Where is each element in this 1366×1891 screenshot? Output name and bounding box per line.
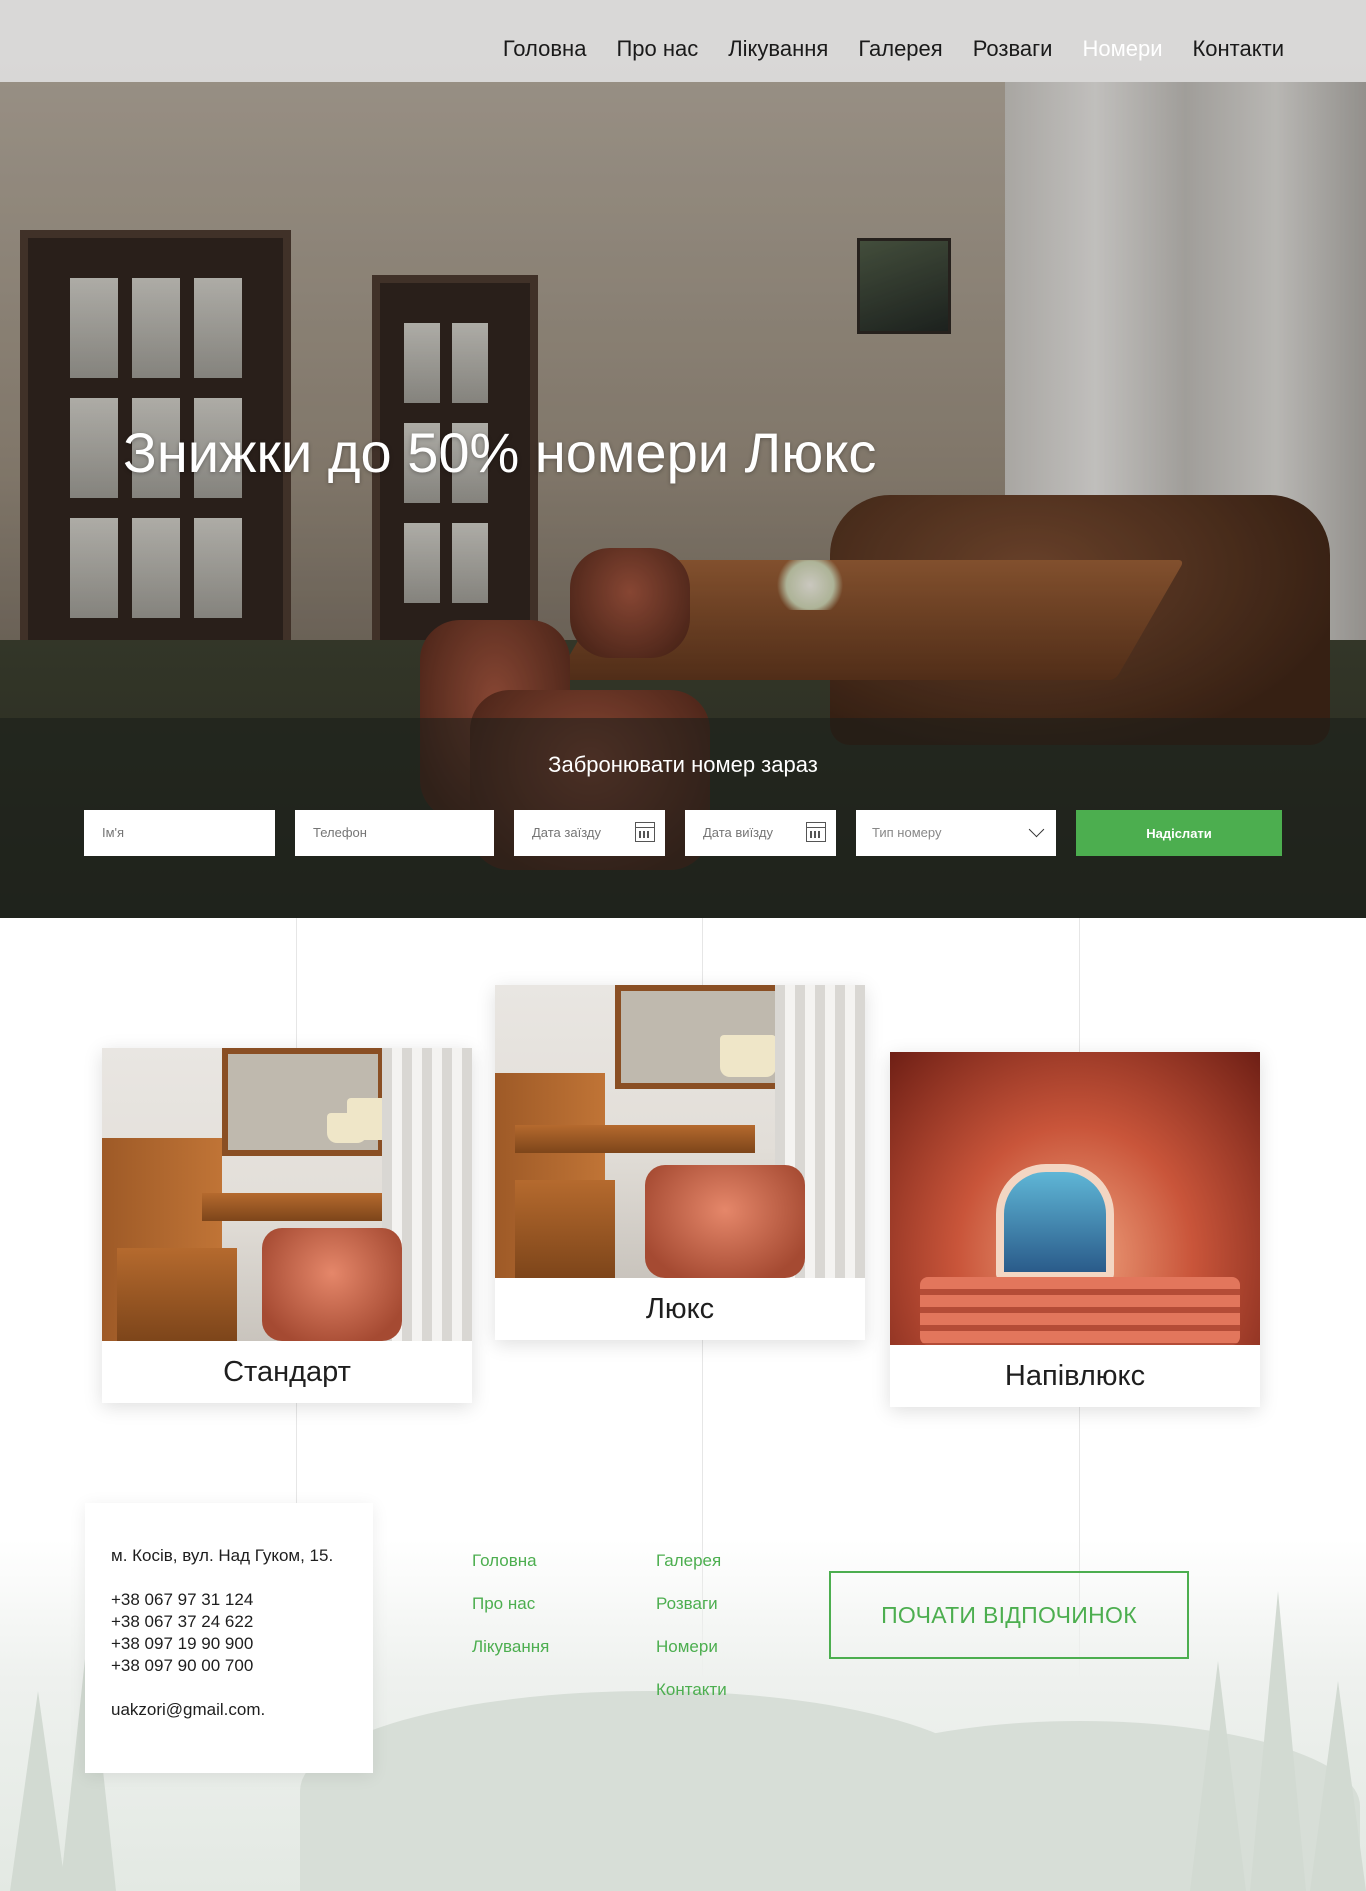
- room-type-placeholder: Тип номеру: [872, 825, 942, 840]
- room-type-select[interactable]: Тип номеру: [856, 810, 1056, 856]
- checkin-input[interactable]: [530, 824, 634, 841]
- footer-link-contacts[interactable]: Контакти: [656, 1680, 727, 1700]
- nav-item-rooms[interactable]: Номери: [1082, 36, 1162, 62]
- footer-link-entertainment[interactable]: Розваги: [656, 1594, 718, 1614]
- checkin-field[interactable]: [514, 810, 665, 856]
- booking-form: Забронювати номер зараз Тип номеру Надіс…: [0, 718, 1366, 918]
- nav-item-treatment[interactable]: Лікування: [728, 36, 828, 62]
- start-vacation-button[interactable]: ПОЧАТИ ВІДПОЧИНОК: [829, 1571, 1189, 1659]
- checkout-field[interactable]: [685, 810, 836, 856]
- nav-item-about[interactable]: Про нас: [616, 36, 698, 62]
- tree: [1310, 1681, 1366, 1891]
- nav-menu: Головна Про нас Лікування Галерея Розваг…: [503, 36, 1284, 62]
- submit-button[interactable]: Надіслати: [1076, 810, 1282, 856]
- email: uakzori@gmail.com.: [111, 1700, 266, 1719]
- phone: +38 067 37 24 622: [111, 1612, 254, 1631]
- footer-link-home[interactable]: Головна: [472, 1551, 537, 1571]
- footer-link-treatment[interactable]: Лікування: [472, 1637, 549, 1657]
- phone: +38 097 90 00 700: [111, 1656, 254, 1675]
- tree: [1190, 1661, 1246, 1891]
- footer-link-about[interactable]: Про нас: [472, 1594, 535, 1614]
- footer-link-gallery[interactable]: Галерея: [656, 1551, 721, 1571]
- nav-item-entertainment[interactable]: Розваги: [973, 36, 1053, 62]
- calendar-icon[interactable]: [806, 822, 826, 842]
- footer-link-rooms[interactable]: Номери: [656, 1637, 718, 1657]
- nav-item-home[interactable]: Головна: [503, 36, 587, 62]
- top-navigation: Головна Про нас Лікування Галерея Розваг…: [0, 0, 1366, 82]
- tree: [10, 1691, 66, 1891]
- nav-item-contacts[interactable]: Контакти: [1192, 36, 1284, 62]
- room-card-standard[interactable]: Стандарт: [102, 1048, 472, 1403]
- checkout-input[interactable]: [701, 824, 805, 841]
- aquarium-window: [996, 1164, 1114, 1280]
- booking-title: Забронювати номер зараз: [548, 752, 818, 777]
- name-field[interactable]: [84, 810, 275, 856]
- contact-card: м. Косів, вул. Над Гуком, 15. +38 067 97…: [85, 1503, 373, 1773]
- room-label: Стандарт: [223, 1356, 351, 1388]
- room-card-semilux[interactable]: Напівлюкс: [890, 1052, 1260, 1407]
- room-card-lux[interactable]: Люкс: [495, 985, 865, 1340]
- phone: +38 097 19 90 900: [111, 1634, 254, 1653]
- room-photo: [102, 1048, 472, 1341]
- name-input[interactable]: [100, 824, 263, 841]
- calendar-icon[interactable]: [635, 822, 655, 842]
- address: м. Косів, вул. Над Гуком, 15.: [111, 1546, 334, 1565]
- phone-field[interactable]: [295, 810, 494, 856]
- hero-section: Знижки до 50% номери Люкс Забронювати но…: [0, 0, 1366, 918]
- hero-title: Знижки до 50% номери Люкс: [123, 421, 877, 484]
- room-photo: [495, 985, 865, 1278]
- phone: +38 067 97 31 124: [111, 1590, 254, 1609]
- room-label: Напівлюкс: [1004, 1360, 1146, 1392]
- room-photo: [890, 1052, 1260, 1345]
- chevron-down-icon[interactable]: [1028, 821, 1045, 838]
- loungers: [920, 1277, 1240, 1345]
- phone-input[interactable]: [311, 824, 482, 841]
- room-label: Люкс: [645, 1293, 715, 1325]
- tree: [1250, 1591, 1306, 1891]
- nav-item-gallery[interactable]: Галерея: [858, 36, 942, 62]
